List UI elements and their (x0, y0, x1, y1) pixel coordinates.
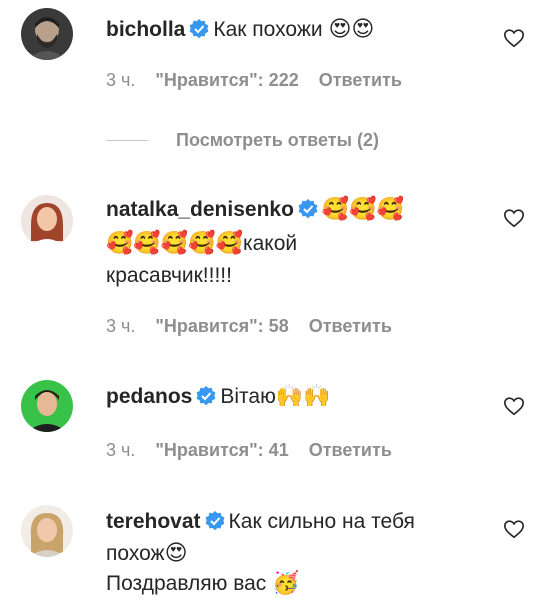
comment-4-line-2: похож😍 (106, 537, 188, 571)
likes-count[interactable]: "Нравится": 222 (155, 70, 298, 90)
comment-text: какой (242, 232, 298, 255)
comment-3-meta: 3 ч. "Нравится": 41 Ответить (106, 440, 392, 461)
avatar-man-green-background-icon (21, 380, 73, 432)
username-terehovat[interactable]: terehovat (106, 510, 201, 533)
like-comment-heart-icon[interactable] (503, 27, 525, 49)
comment-4-line-3: Поздравляю вас 🥳 (106, 567, 300, 601)
timestamp: 3 ч. (106, 316, 136, 336)
party-face-emoji: 🥳 (272, 571, 300, 596)
avatar-woman-red-hair-icon (21, 195, 73, 247)
verified-badge-icon (196, 386, 216, 406)
comment-text: красавчик!!!!! (106, 264, 232, 287)
avatar-woman-blonde-icon (21, 505, 73, 557)
verified-badge-icon (205, 511, 225, 531)
username-pedanos[interactable]: pedanos (106, 385, 192, 408)
like-comment-heart-icon[interactable] (503, 395, 525, 417)
comment-text: похож (106, 542, 165, 565)
comment-2-line-2: 🥰🥰🥰🥰🥰какой (106, 227, 297, 261)
reply-button[interactable]: Ответить (309, 316, 392, 336)
heart-eyes-emoji: 😍 (164, 541, 188, 566)
comment-1-meta: 3 ч. "Нравится": 222 Ответить (106, 70, 402, 91)
smiling-hearts-emoji: 🥰🥰🥰 (321, 197, 405, 222)
comment-4-line-1: terehovat Как сильно на тебя (106, 505, 415, 539)
comment-text: Как похожи (213, 18, 323, 41)
avatar-bicholla[interactable] (21, 8, 73, 60)
comment-2-meta: 3 ч. "Нравится": 58 Ответить (106, 316, 392, 337)
comment-2-line-1: natalka_denisenko 🥰🥰🥰 (106, 193, 404, 227)
timestamp: 3 ч. (106, 440, 136, 460)
raising-hands-emoji: 🙌🙌 (275, 384, 331, 409)
avatar-terehovat[interactable] (21, 505, 73, 557)
like-comment-heart-icon[interactable] (503, 518, 525, 540)
replies-divider (106, 139, 148, 141)
view-replies-label: Посмотреть ответы (2) (176, 129, 379, 150)
comment-text: Как сильно на тебя (228, 510, 415, 533)
comment-3-line-1: pedanos Вітаю🙌🙌 (106, 380, 331, 414)
view-replies-button[interactable]: Посмотреть ответы (2) (106, 128, 379, 152)
reply-button[interactable]: Ответить (309, 440, 392, 460)
comment-text: Поздравляю вас (106, 572, 267, 595)
comment-2-line-3: красавчик!!!!! (106, 259, 232, 293)
username-natalka_denisenko[interactable]: natalka_denisenko (106, 198, 294, 221)
smiling-hearts-emoji: 🥰🥰🥰🥰🥰 (106, 231, 243, 256)
avatar-natalka_denisenko[interactable] (21, 195, 73, 247)
like-comment-heart-icon[interactable] (503, 207, 525, 229)
reply-button[interactable]: Ответить (319, 70, 402, 90)
timestamp: 3 ч. (106, 70, 136, 90)
likes-count[interactable]: "Нравится": 41 (155, 440, 288, 460)
comment-1-line-1: bicholla Как похожи 😍😍 (106, 13, 374, 47)
username-bicholla[interactable]: bicholla (106, 18, 185, 41)
avatar-man-beard-icon (21, 8, 73, 60)
likes-count[interactable]: "Нравится": 58 (155, 316, 288, 336)
verified-badge-icon (189, 19, 209, 39)
heart-eyes-emoji: 😍😍 (328, 17, 375, 42)
avatar-pedanos[interactable] (21, 380, 73, 432)
comment-text: Вітаю (220, 385, 276, 408)
verified-badge-icon (298, 199, 318, 219)
